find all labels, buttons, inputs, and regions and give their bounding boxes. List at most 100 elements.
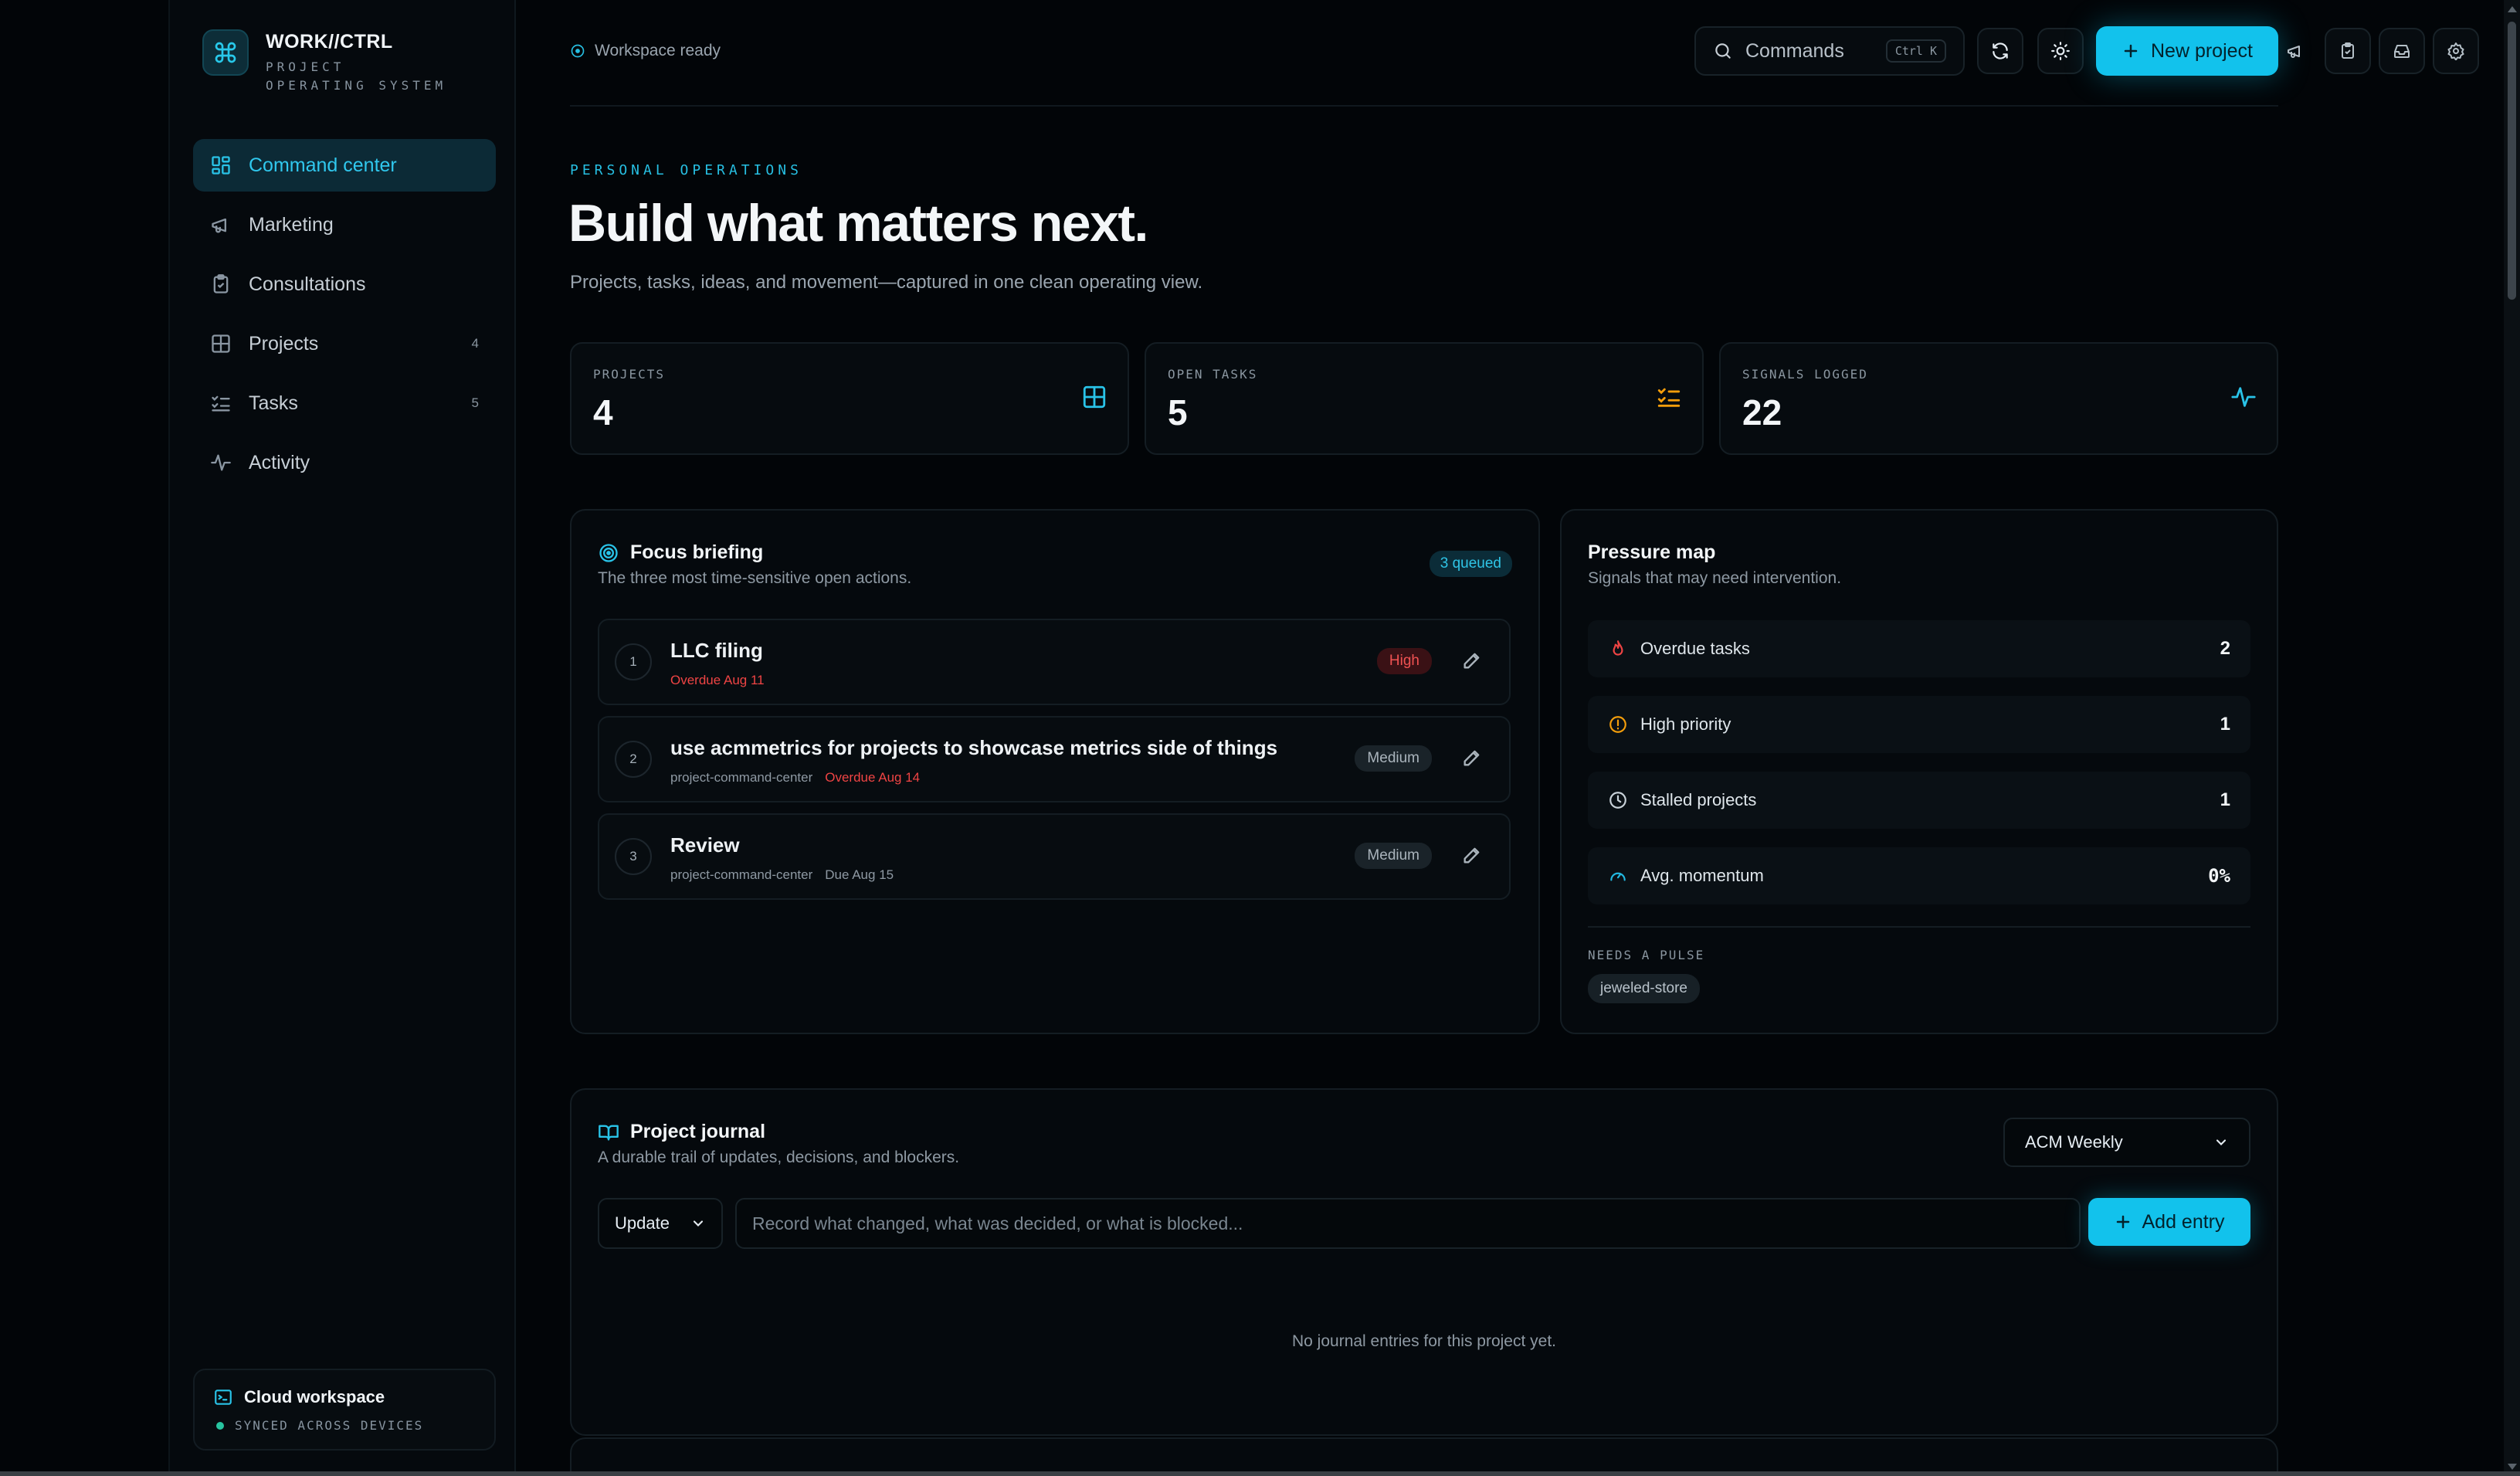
selected-entry-type: Update xyxy=(615,1213,670,1233)
flame-icon xyxy=(1608,639,1628,659)
card-title: Project journal xyxy=(630,1121,766,1142)
pressure-map-card: Pressure map Signals that may need inter… xyxy=(1560,509,2278,1034)
journal-project-select[interactable]: ACM Weekly xyxy=(2003,1118,2250,1167)
task-row[interactable]: 3 Review project-command-center Due Aug … xyxy=(598,813,1511,900)
marketing-shortcut-button[interactable] xyxy=(2272,28,2318,74)
sidebar-item-consultations[interactable]: Consultations xyxy=(193,258,496,310)
alert-circle-icon xyxy=(1608,714,1628,735)
entry-type-select[interactable]: Update xyxy=(598,1198,723,1249)
task-title: use acmmetrics for projects to showcase … xyxy=(670,736,1278,759)
task-project: project-command-center xyxy=(670,867,813,882)
sidebar-item-command-center[interactable]: Command center xyxy=(193,139,496,192)
sidebar-item-count: 5 xyxy=(471,395,479,410)
theme-toggle-button[interactable] xyxy=(2037,28,2084,74)
sidebar-item-marketing[interactable]: Marketing xyxy=(193,198,496,251)
pressure-row-momentum[interactable]: Avg. momentum 0% xyxy=(1588,847,2250,904)
command-label: Commands xyxy=(1745,39,1844,62)
refresh-icon xyxy=(1990,41,2010,61)
refresh-button[interactable] xyxy=(1977,28,2023,74)
sync-status: SYNCED ACROSS DEVICES xyxy=(235,1418,424,1433)
stat-label: PROJECTS xyxy=(593,367,666,382)
task-project: project-command-center xyxy=(670,770,813,785)
project-chip[interactable]: jeweled-store xyxy=(1588,974,1700,1003)
grid-icon xyxy=(1081,384,1107,410)
stat-card-open-tasks[interactable]: OPEN TASKS 5 xyxy=(1145,342,1704,455)
card-title: Focus briefing xyxy=(630,541,764,563)
sidebar-item-activity[interactable]: Activity xyxy=(193,436,496,489)
task-due-date: Overdue Aug 14 xyxy=(825,770,921,785)
gauge-icon xyxy=(1608,866,1628,886)
pressure-value: 1 xyxy=(2220,714,2230,735)
brand[interactable]: WORK//CTRL PROJECT OPERATING SYSTEM xyxy=(202,29,451,95)
pressure-value: 1 xyxy=(2220,789,2230,810)
pressure-row-high-priority[interactable]: High priority 1 xyxy=(1588,696,2250,753)
page-scrollbar[interactable] xyxy=(2504,0,2520,1476)
stat-label: OPEN TASKS xyxy=(1168,367,1258,382)
task-number: 2 xyxy=(615,741,652,778)
window-bottom-edge xyxy=(0,1471,2520,1476)
megaphone-icon xyxy=(210,214,232,236)
workspace-status: Workspace ready xyxy=(570,42,721,60)
task-meta: project-command-center Due Aug 15 xyxy=(670,867,894,883)
stat-card-projects[interactable]: PROJECTS 4 xyxy=(570,342,1129,455)
pencil-icon[interactable] xyxy=(1461,747,1483,769)
plus-icon xyxy=(2114,1213,2132,1231)
pressure-value: 0% xyxy=(2208,865,2230,887)
chevron-down-icon xyxy=(2213,1135,2229,1150)
add-entry-button[interactable]: Add entry xyxy=(2088,1198,2250,1246)
gear-icon xyxy=(2447,42,2465,60)
page-title: Build what matters next. xyxy=(568,194,1148,253)
scroll-up-arrow-icon[interactable] xyxy=(2508,6,2517,12)
scroll-down-arrow-icon[interactable] xyxy=(2508,1464,2517,1470)
sidebar-item-label: Consultations xyxy=(249,273,366,295)
settings-button[interactable] xyxy=(2433,28,2479,74)
cloud-workspace-card[interactable]: Cloud workspace SYNCED ACROSS DEVICES xyxy=(193,1369,496,1451)
checklist-icon xyxy=(210,392,232,414)
sidebar: WORK//CTRL PROJECT OPERATING SYSTEM Comm… xyxy=(168,0,516,1476)
task-due-date: Overdue Aug 11 xyxy=(670,673,765,687)
pulse-icon xyxy=(210,452,232,473)
search-icon xyxy=(1713,41,1733,61)
add-entry-label: Add entry xyxy=(2142,1210,2225,1233)
status-circle-icon xyxy=(570,43,585,59)
inbox-icon xyxy=(2393,42,2411,60)
needs-pulse-label: NEEDS A PULSE xyxy=(1588,948,1705,962)
sidebar-item-label: Tasks xyxy=(249,392,298,414)
inbox-button[interactable] xyxy=(2379,28,2425,74)
book-open-icon xyxy=(598,1121,619,1143)
journal-entry-input[interactable] xyxy=(735,1198,2081,1249)
stat-card-signals-logged[interactable]: SIGNALS LOGGED 22 xyxy=(1719,342,2278,455)
brand-subtitle: PROJECT OPERATING SYSTEM xyxy=(266,59,447,93)
pressure-label: High priority xyxy=(1640,714,1731,734)
pressure-row-overdue[interactable]: Overdue tasks 2 xyxy=(1588,620,2250,677)
task-title: LLC filing xyxy=(670,639,763,662)
pressure-row-stalled[interactable]: Stalled projects 1 xyxy=(1588,772,2250,829)
pulse-icon xyxy=(2230,384,2257,410)
sidebar-item-projects[interactable]: Projects 4 xyxy=(193,317,496,370)
consultations-shortcut-button[interactable] xyxy=(2325,28,2371,74)
project-journal-card: Project journal A durable trail of updat… xyxy=(570,1088,2278,1436)
pencil-icon[interactable] xyxy=(1461,844,1483,866)
task-title: Review xyxy=(670,833,740,857)
sidebar-nav: Command center Marketing Consultations P… xyxy=(193,139,496,496)
chevron-down-icon xyxy=(690,1216,706,1231)
scrollbar-thumb[interactable] xyxy=(2508,22,2516,300)
task-row[interactable]: 2 use acmmetrics for projects to showcas… xyxy=(598,716,1511,802)
sidebar-item-tasks[interactable]: Tasks 5 xyxy=(193,377,496,429)
next-section-card xyxy=(570,1437,2278,1476)
stat-value: 5 xyxy=(1168,392,1188,433)
sidebar-item-label: Command center xyxy=(249,154,397,176)
pencil-icon[interactable] xyxy=(1461,650,1483,671)
top-bar: Workspace ready Commands Ctrl K New proj… xyxy=(570,0,2479,107)
command-palette-button[interactable]: Commands Ctrl K xyxy=(1694,26,1965,76)
workspace-status-text: Workspace ready xyxy=(595,42,721,59)
task-number: 3 xyxy=(615,838,652,875)
task-row[interactable]: 1 LLC filing Overdue Aug 11 High xyxy=(598,619,1511,705)
new-project-button[interactable]: New project xyxy=(2096,26,2278,76)
focus-briefing-card: Focus briefing The three most time-sensi… xyxy=(570,509,1540,1034)
pressure-label: Stalled projects xyxy=(1640,790,1757,809)
clipboard-icon xyxy=(210,273,232,295)
plus-icon xyxy=(2121,42,2140,60)
card-title: Pressure map xyxy=(1588,541,1716,563)
hero-eyebrow: PERSONAL OPERATIONS xyxy=(570,162,802,178)
